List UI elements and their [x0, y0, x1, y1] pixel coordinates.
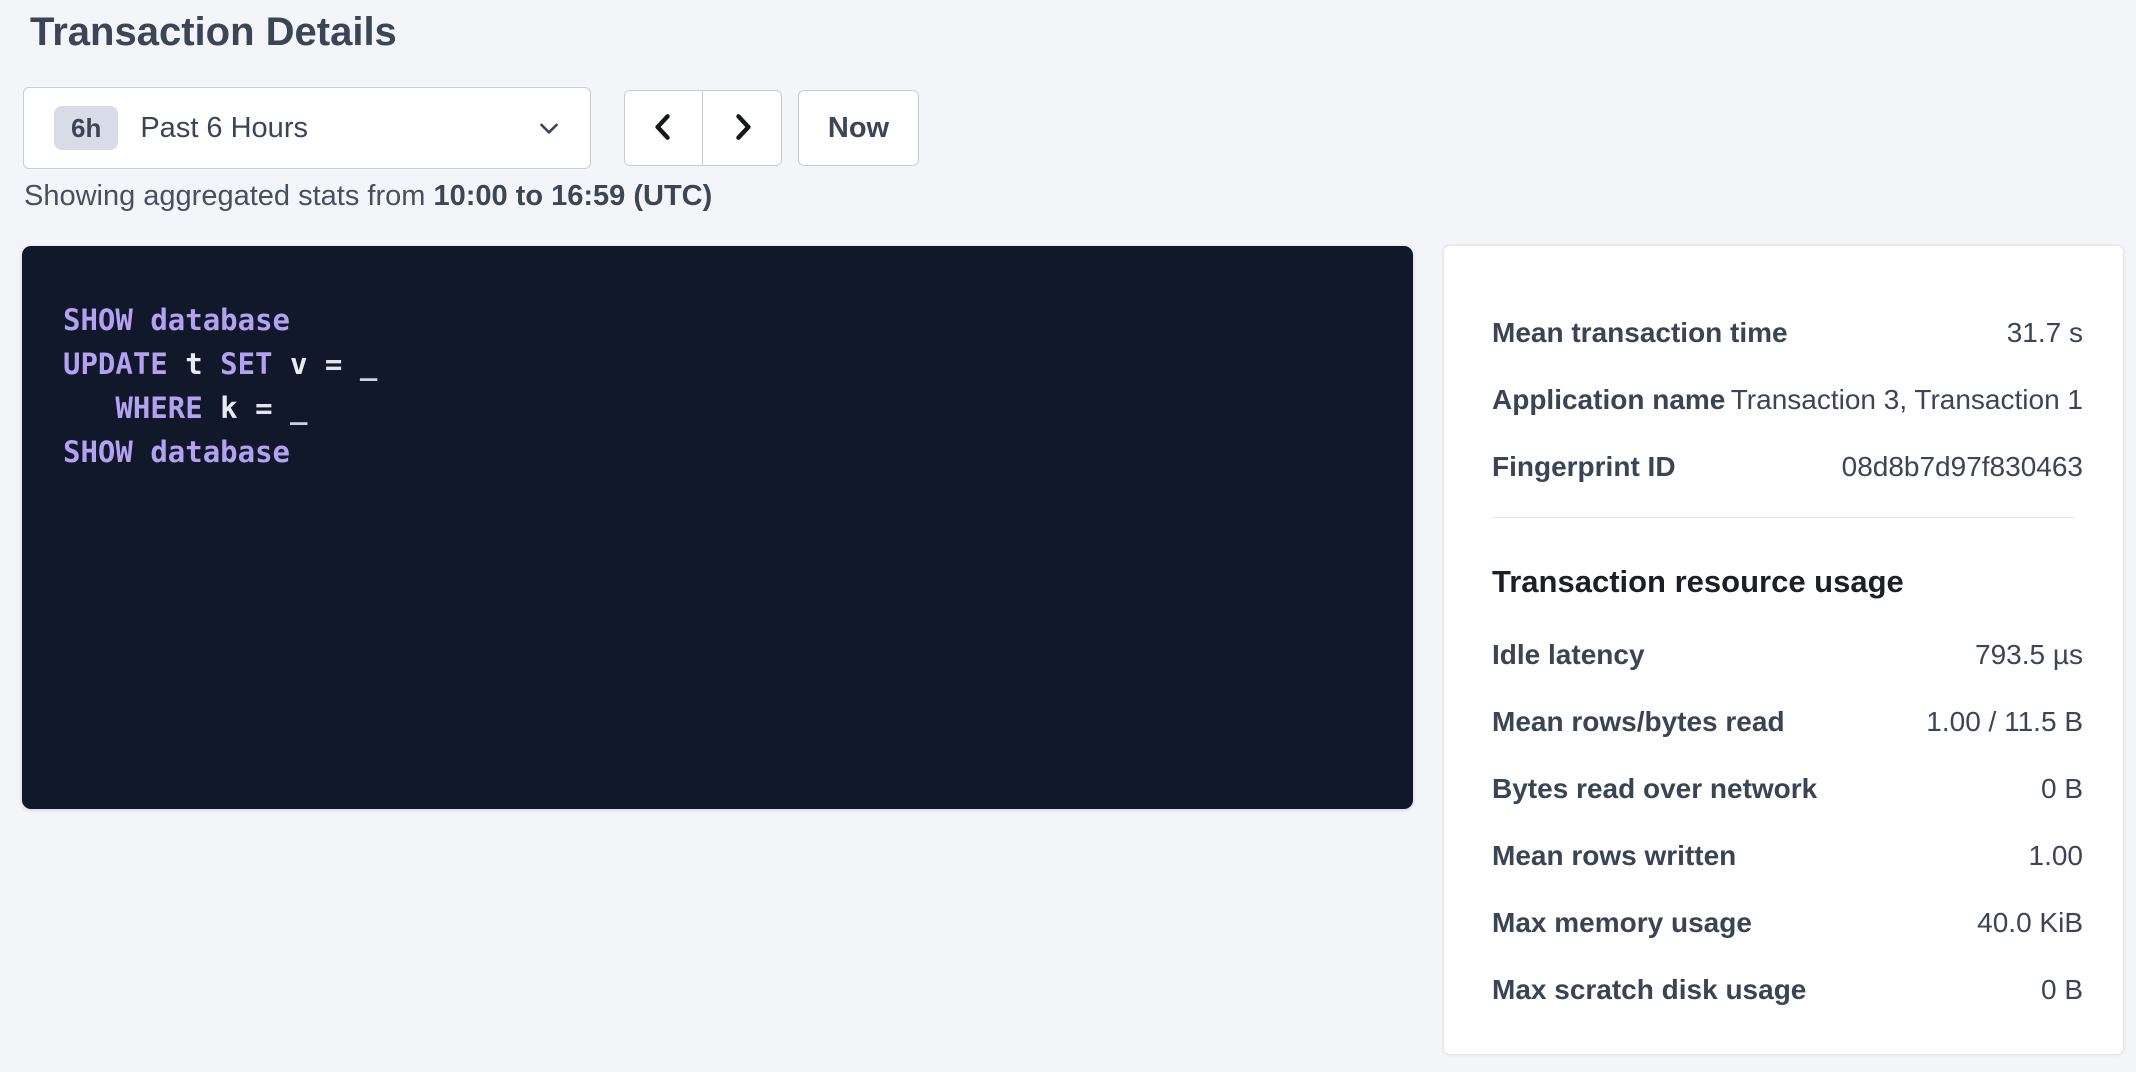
prev-range-button[interactable]: [624, 90, 703, 166]
sql-line-4: SHOW database: [63, 430, 1373, 474]
sql-line-1: SHOW database: [63, 298, 1373, 342]
stat-row-fingerprint-id: Fingerprint ID 08d8b7d97f830463: [1492, 450, 2083, 484]
sql-token: t: [185, 347, 220, 381]
stat-value: 0 B: [2041, 973, 2083, 1007]
time-controls: 6h Past 6 Hours: [23, 87, 919, 169]
sql-token: SET: [220, 347, 290, 381]
sql-token: WHERE: [115, 391, 220, 425]
aggregation-subtitle: Showing aggregated stats from 10:00 to 1…: [24, 180, 712, 213]
sql-token: database: [150, 435, 290, 469]
stat-row-mean-transaction-time: Mean transaction time 31.7 s: [1492, 316, 2083, 350]
sql-line-3: WHERE k = _: [63, 386, 1373, 430]
chevron-down-icon: [534, 113, 564, 143]
resource-usage-heading: Transaction resource usage: [1492, 564, 2083, 600]
stat-row-mean-rows-written: Mean rows written 1.00: [1492, 839, 2083, 873]
stat-label: Mean transaction time: [1492, 316, 1788, 350]
stat-row-application-name: Application name Transaction 3, Transact…: [1492, 383, 2083, 417]
stat-row-max-memory-usage: Max memory usage 40.0 KiB: [1492, 906, 2083, 940]
now-button[interactable]: Now: [798, 90, 919, 166]
stat-value: 08d8b7d97f830463: [1842, 450, 2083, 484]
sql-token: database: [150, 303, 290, 337]
sql-token: _: [290, 391, 307, 425]
chevron-right-icon: [725, 110, 759, 147]
stat-value: 31.7 s: [2007, 316, 2083, 350]
stat-label: Max scratch disk usage: [1492, 973, 1806, 1007]
stat-value: 1.00 / 11.5 B: [1926, 705, 2083, 739]
stat-value: 0 B: [2041, 772, 2083, 806]
stat-row-max-scratch-disk-usage: Max scratch disk usage 0 B: [1492, 973, 2083, 1007]
sql-token: v: [290, 347, 325, 381]
sql-token: UPDATE: [63, 347, 185, 381]
stat-label: Idle latency: [1492, 638, 1645, 672]
stat-row-idle-latency: Idle latency 793.5 µs: [1492, 638, 2083, 672]
stat-label: Max memory usage: [1492, 906, 1752, 940]
next-range-button[interactable]: [703, 90, 782, 166]
stat-value: 793.5 µs: [1975, 638, 2083, 672]
stat-value: 1.00: [2029, 839, 2084, 873]
time-range-dropdown[interactable]: 6h Past 6 Hours: [23, 87, 591, 169]
summary-card: Mean transaction time 31.7 s Application…: [1444, 246, 2123, 1054]
sql-token: k: [220, 391, 255, 425]
stat-label: Mean rows/bytes read: [1492, 705, 1785, 739]
stat-row-mean-rows-bytes-read: Mean rows/bytes read 1.00 / 11.5 B: [1492, 705, 2083, 739]
card-divider: [1492, 517, 2075, 518]
subtitle-prefix: Showing aggregated stats from: [24, 180, 433, 212]
sql-token: SHOW: [63, 303, 150, 337]
time-range-nav-group: [624, 90, 782, 166]
stat-label: Mean rows written: [1492, 839, 1736, 873]
sql-statement-box: SHOW database UPDATE t SET v = _ WHERE k…: [22, 246, 1413, 809]
subtitle-range: 10:00 to 16:59 (UTC): [433, 180, 712, 212]
stat-label: Application name: [1492, 383, 1725, 417]
stat-value: 40.0 KiB: [1977, 906, 2083, 940]
sql-token: =: [255, 391, 290, 425]
sql-token: _: [360, 347, 377, 381]
page-title: Transaction Details: [30, 10, 397, 55]
sql-line-2: UPDATE t SET v = _: [63, 342, 1373, 386]
sql-token: SHOW: [63, 435, 150, 469]
chevron-left-icon: [647, 110, 681, 147]
stat-label: Bytes read over network: [1492, 772, 1817, 806]
stat-label: Fingerprint ID: [1492, 450, 1676, 484]
stat-value: Transaction 3, Transaction 1: [1731, 383, 2083, 417]
stat-row-bytes-read-over-network: Bytes read over network 0 B: [1492, 772, 2083, 806]
time-range-label: Past 6 Hours: [140, 112, 308, 145]
sql-token: =: [325, 347, 360, 381]
sql-token: [63, 391, 115, 425]
time-range-badge: 6h: [54, 106, 118, 150]
